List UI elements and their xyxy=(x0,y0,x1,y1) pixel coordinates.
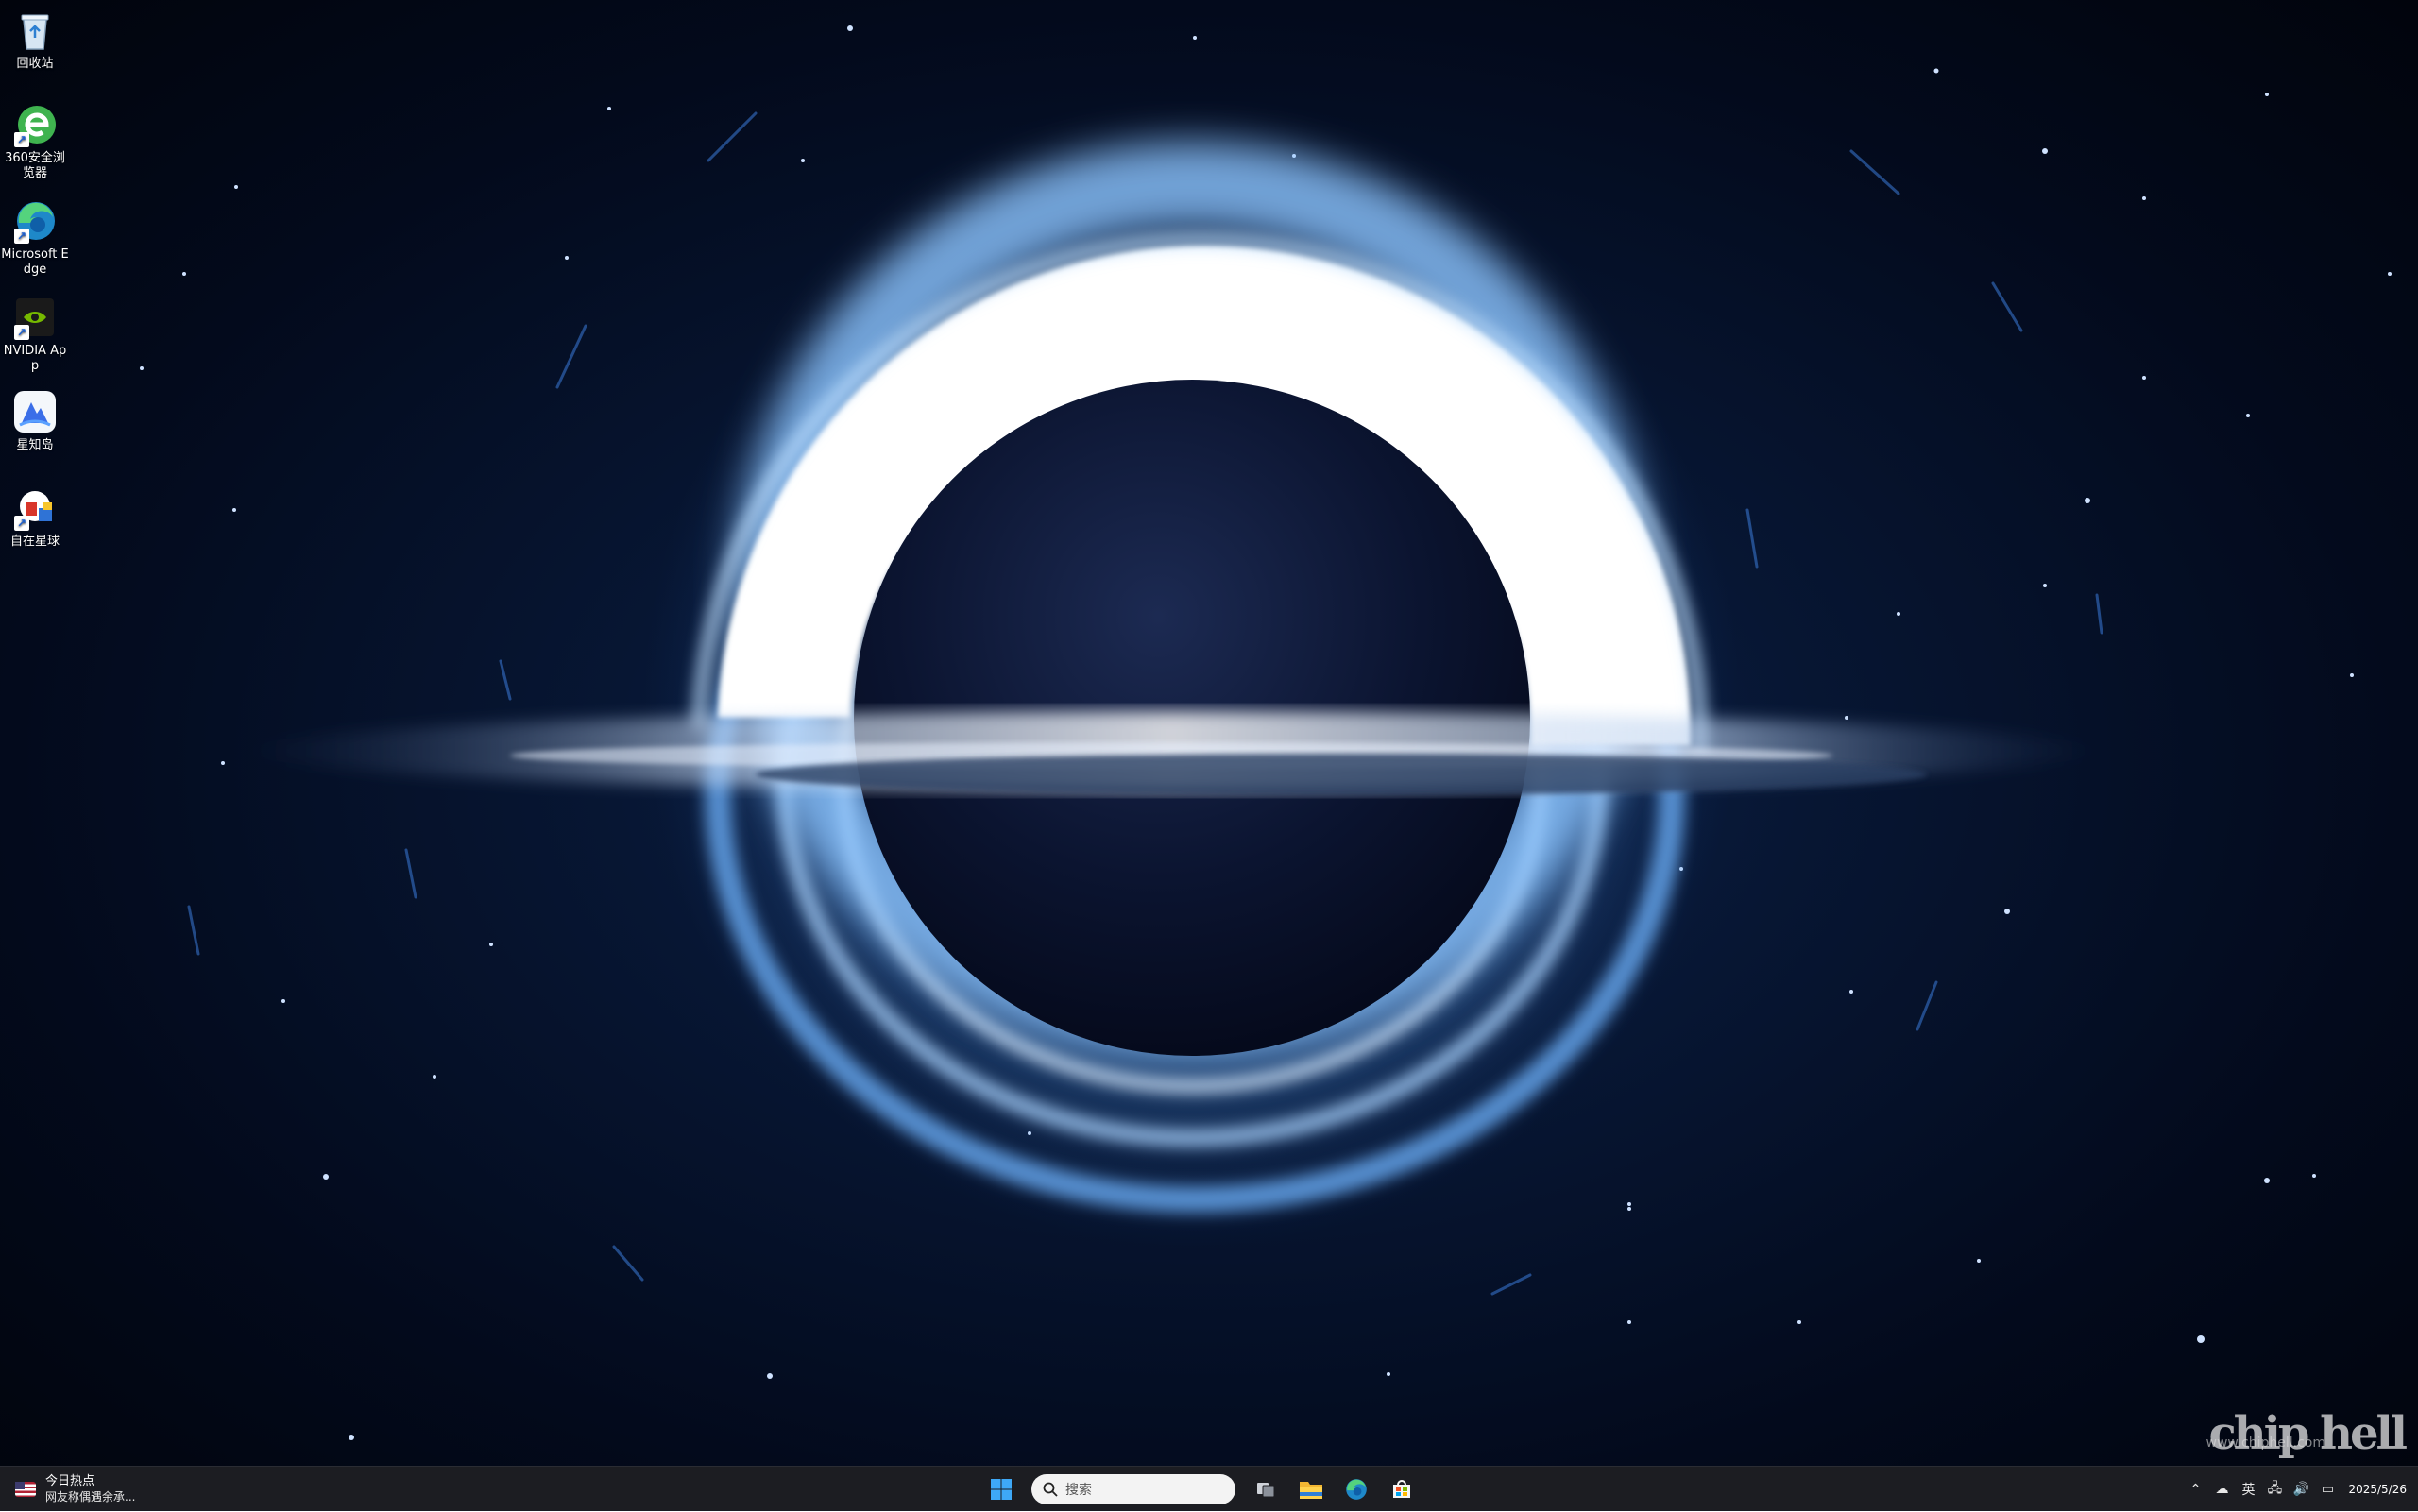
system-tray: ⌃ ☁ 英 🖧 🔊 ▭ 2025/5/26 xyxy=(2182,1467,2418,1512)
taskbar: 今日热点 网友称偶遇余承... 搜索 ⌃ ☁ 英 🖧 🔊 ▭ 2025/5/26 xyxy=(0,1466,2418,1511)
onedrive-icon[interactable]: ☁ xyxy=(2208,1467,2235,1512)
black-hole-wallpaper xyxy=(140,25,2392,1440)
clock[interactable]: 2025/5/26 xyxy=(2341,1481,2418,1498)
widget-title: 今日热点 xyxy=(45,1474,95,1488)
nvidia-icon: ↗ xyxy=(12,295,58,340)
desktop-icon-nvidia-app[interactable]: ↗ NVIDIA App xyxy=(0,291,70,374)
clock-date: 2025/5/26 xyxy=(2348,1483,2407,1496)
file-explorer-button[interactable] xyxy=(1292,1470,1330,1508)
zizai-xingqiu-icon: ↗ xyxy=(12,485,58,531)
file-explorer-icon xyxy=(1300,1482,1322,1499)
widgets-button[interactable]: 今日热点 网友称偶遇余承... xyxy=(15,1472,135,1506)
desktop-icon-zizai-xingqiu[interactable]: ↗ 自在星球 xyxy=(0,482,70,550)
shortcut-arrow-icon: ↗ xyxy=(14,516,29,531)
desktop-icon-label: 自在星球 xyxy=(9,535,60,549)
shortcut-arrow-icon: ↗ xyxy=(14,132,29,147)
start-button[interactable] xyxy=(982,1470,1020,1508)
xingzhidao-icon xyxy=(12,389,58,434)
volume-icon[interactable]: 🔊 xyxy=(2288,1467,2314,1512)
search-placeholder: 搜索 xyxy=(1065,1483,1092,1498)
desktop-icon-label: Microsoft Edge xyxy=(1,247,69,277)
edge-taskbar-button[interactable] xyxy=(1337,1470,1375,1508)
desktop-icon-label: NVIDIA App xyxy=(3,344,67,373)
desktop-icon-recycle-bin[interactable]: 回收站 xyxy=(0,4,70,72)
desktop-icon-label: 360安全浏览器 xyxy=(5,151,65,180)
360-browser-icon: ↗ xyxy=(12,102,58,147)
task-view-icon xyxy=(1257,1483,1275,1498)
widget-subtitle: 网友称偶遇余承... xyxy=(45,1490,136,1504)
store-button[interactable] xyxy=(1383,1470,1421,1508)
desktop-icon-label: 回收站 xyxy=(16,57,54,71)
desktop-icon-360-browser[interactable]: ↗ 360安全浏览器 xyxy=(0,98,70,181)
chevron-up-icon[interactable]: ⌃ xyxy=(2182,1467,2208,1512)
taskbar-center: 搜索 xyxy=(982,1470,1421,1508)
desktop-icon-xingzhidao[interactable]: 星知岛 xyxy=(0,385,70,453)
desktop-icon-edge[interactable]: ↗ Microsoft Edge xyxy=(0,195,70,278)
shortcut-arrow-icon: ↗ xyxy=(14,229,29,244)
desktop: 回收站 ↗ 360安全浏览器 ↗ Microsoft Edge ↗ NVIDIA… xyxy=(0,0,2418,1466)
task-view-button[interactable] xyxy=(1247,1470,1285,1508)
desktop-icon-label: 星知岛 xyxy=(16,438,54,452)
edge-icon xyxy=(1346,1479,1367,1500)
search-box[interactable]: 搜索 xyxy=(1031,1474,1235,1504)
ime-indicator[interactable]: 英 xyxy=(2235,1467,2261,1512)
chiphell-watermark: chip hell www.chiphell.com xyxy=(2205,1411,2408,1456)
search-icon xyxy=(1043,1482,1058,1497)
network-icon[interactable]: 🖧 xyxy=(2261,1467,2288,1512)
store-icon xyxy=(1393,1480,1410,1498)
start-icon xyxy=(991,1479,1012,1500)
shortcut-arrow-icon: ↗ xyxy=(14,325,29,340)
news-flag-icon xyxy=(15,1482,36,1497)
edge-icon: ↗ xyxy=(12,198,58,244)
battery-icon[interactable]: ▭ xyxy=(2314,1467,2341,1512)
recycle-bin-icon xyxy=(12,8,58,53)
watermark-url: www.chiphell.com xyxy=(2205,1436,2325,1451)
